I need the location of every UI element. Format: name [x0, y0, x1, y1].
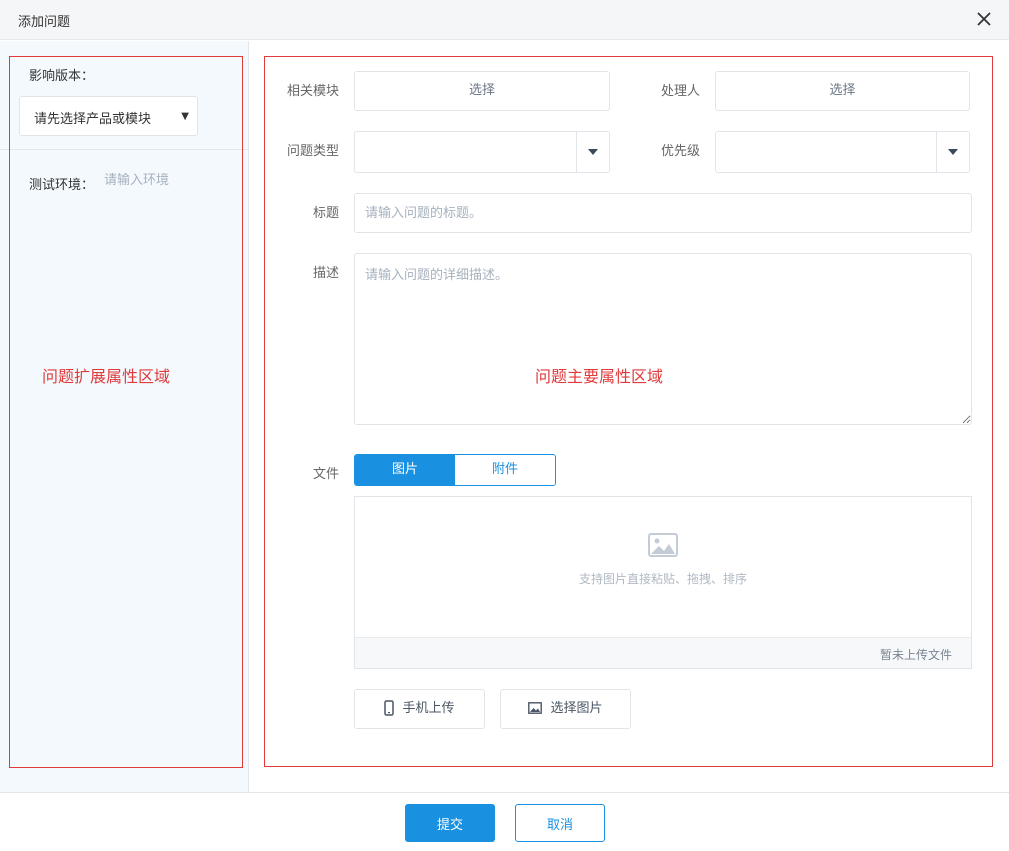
caret-down-icon: ▼ [181, 111, 189, 122]
choose-image-button[interactable]: 选择图片 [500, 689, 631, 729]
select-separator [576, 132, 577, 172]
dialog-header: 添加问题 [0, 0, 1009, 40]
affected-version-label: 影响版本： [29, 69, 95, 84]
caret-down-icon [588, 149, 598, 155]
main-region-label: 问题主要属性区域 [535, 367, 664, 386]
test-env-label: 测试环境： [29, 178, 95, 193]
assignee-select[interactable]: 选择 [715, 71, 970, 111]
extended-attributes-panel: 影响版本： 请先选择产品或模块 ▼ 测试环境： [0, 41, 249, 792]
affected-version-select[interactable]: 请先选择产品或模块 ▼ [19, 96, 198, 136]
divider [0, 149, 248, 150]
extended-region-label: 问题扩展属性区域 [42, 367, 171, 386]
tab-images[interactable]: 图片 [355, 455, 455, 485]
drop-zone-footer: 暂未上传文件 [355, 637, 971, 668]
module-select[interactable]: 选择 [354, 71, 610, 111]
drop-hint: 支持图片直接粘贴、拖拽、排序 [578, 572, 747, 586]
image-icon [528, 701, 543, 714]
tab-attachments[interactable]: 附件 [455, 455, 555, 485]
no-file-text: 暂未上传文件 [879, 648, 952, 662]
mobile-icon [384, 699, 395, 716]
description-label: 描述 [312, 266, 339, 281]
title-label: 标题 [312, 206, 339, 221]
submit-button[interactable]: 提交 [405, 804, 495, 842]
caret-down-icon [948, 149, 958, 155]
add-issue-dialog: 添加问题 影响版本： 请先选择产品或模块 ▼ 测试环境： 问题扩展属性区域 问题… [0, 0, 1009, 851]
select-separator [936, 132, 937, 172]
image-icon [648, 533, 678, 557]
file-tabs: 图片 附件 [354, 454, 556, 486]
priority-select[interactable] [715, 131, 970, 173]
dialog-footer: 提交 取消 [0, 792, 1009, 851]
priority-label: 优先级 [660, 144, 700, 159]
issue-type-label: 问题类型 [286, 144, 339, 159]
title-input[interactable] [354, 193, 972, 233]
issue-type-select[interactable] [354, 131, 610, 173]
mobile-upload-label: 手机上传 [402, 701, 455, 716]
file-label: 文件 [312, 467, 339, 482]
description-textarea[interactable] [354, 253, 972, 425]
cancel-button[interactable]: 取消 [515, 804, 605, 842]
image-drop-zone[interactable]: 支持图片直接粘贴、拖拽、排序 暂未上传文件 [354, 496, 972, 669]
choose-image-label: 选择图片 [550, 701, 603, 716]
module-label: 相关模块 [286, 84, 339, 99]
affected-version-value: 请先选择产品或模块 [34, 112, 152, 127]
close-icon[interactable] [975, 10, 993, 28]
mobile-upload-button[interactable]: 手机上传 [354, 689, 485, 729]
test-env-input[interactable] [104, 173, 234, 188]
dialog-title: 添加问题 [18, 15, 71, 30]
assignee-label: 处理人 [660, 84, 700, 99]
